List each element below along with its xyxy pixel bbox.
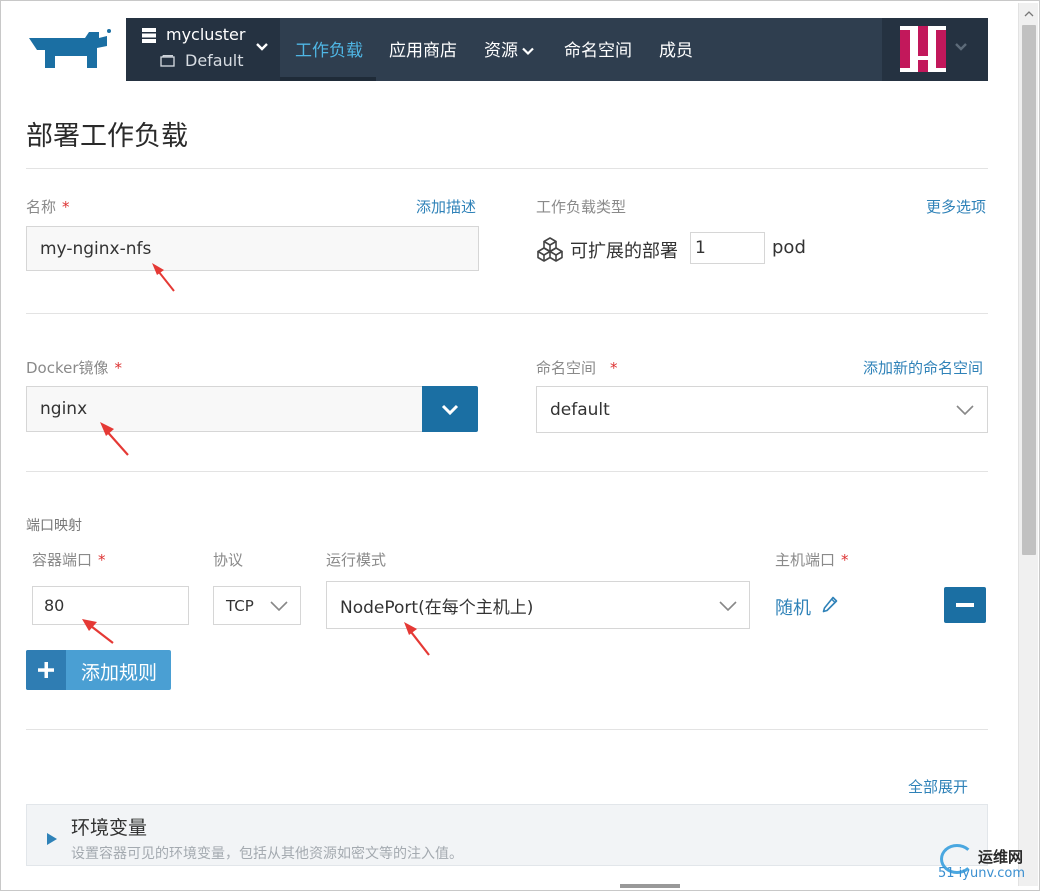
nav-members[interactable]: 成员 [659, 36, 693, 61]
cubes-icon [537, 237, 563, 262]
workload-type-label: 工作负载类型 [536, 198, 627, 216]
port-mapping-label: 端口映射 [26, 518, 82, 534]
run-mode-select[interactable]: NodePort(在每个主机上) [326, 581, 750, 629]
add-rule-button[interactable]: 添加规则 [26, 650, 171, 690]
divider [26, 471, 988, 472]
add-rule-plus [26, 650, 66, 690]
remove-port-button[interactable] [944, 587, 986, 623]
nav-catalog-apps[interactable]: 应用商店 [389, 36, 457, 61]
top-navigation: mycluster Default 工作负载 应用商店 资源 命名空间 成员 [126, 18, 988, 81]
run-mode-label: 运行模式 [326, 551, 387, 569]
pod-unit-label: pod [772, 237, 806, 258]
name-label-text: 名称 [26, 198, 57, 216]
env-vars-accordion[interactable]: 环境变量 设置容器可见的环境变量，包括从其他资源如密文等的注入值。 [26, 804, 988, 866]
name-input-value: my-nginx-nfs [40, 238, 152, 259]
scrollbar-thumb[interactable] [1022, 25, 1036, 555]
chevron-down-icon [270, 601, 288, 611]
chevron-down-icon [956, 405, 974, 415]
nav-resources-label: 资源 [484, 41, 518, 61]
replicas-input[interactable]: 1 [690, 232, 765, 264]
user-avatar [900, 26, 946, 72]
replicas-value: 1 [695, 238, 706, 258]
divider [26, 168, 988, 169]
chevron-down-icon [955, 43, 967, 51]
container-port-label: 容器端口 * [32, 549, 106, 570]
scroll-up-arrow-icon[interactable] [1024, 11, 1034, 17]
container-port-value: 80 [44, 596, 65, 615]
cluster-switcher[interactable]: mycluster Default [126, 18, 280, 81]
chevron-down-icon [719, 601, 737, 611]
more-options-link[interactable]: 更多选项 [926, 196, 986, 217]
required-mark: * [114, 359, 123, 377]
nav-active-indicator [280, 77, 376, 81]
nav-workloads[interactable]: 工作负载 [295, 36, 363, 61]
vertical-scrollbar[interactable] [1018, 3, 1038, 886]
annotation-arrow [152, 263, 175, 292]
project-name: Default [185, 51, 244, 70]
protocol-value: TCP [226, 596, 254, 615]
horizontal-scroll-indicator [620, 884, 680, 888]
cluster-icon [142, 28, 156, 43]
watermark-text-top: 运维网 [978, 848, 1024, 866]
namespace-label: 命名空间 * [536, 357, 618, 378]
user-menu[interactable] [882, 18, 988, 81]
divider [26, 313, 988, 314]
scalable-deployment-label: 可扩展的部署 [570, 241, 678, 262]
run-mode-value: NodePort(在每个主机上) [340, 597, 534, 618]
project-folder-icon [160, 55, 175, 67]
host-port-label: 主机端口 * [775, 549, 849, 570]
divider [26, 729, 988, 730]
annotation-arrow [82, 619, 114, 644]
watermark-text-bottom: 51 iyunv.com [938, 866, 1026, 881]
add-description-link[interactable]: 添加描述 [416, 196, 476, 217]
chevron-down-icon [441, 404, 459, 415]
page-title: 部署工作负载 [26, 121, 188, 152]
namespace-label-text: 命名空间 [536, 359, 597, 377]
host-port-label-text: 主机端口 [775, 551, 836, 569]
rancher-logo[interactable] [25, 28, 111, 70]
namespace-select[interactable]: default [536, 386, 988, 433]
nav-namespaces[interactable]: 命名空间 [564, 36, 632, 61]
env-vars-description: 设置容器可见的环境变量，包括从其他资源如密文等的注入值。 [71, 846, 463, 862]
container-port-label-text: 容器端口 [32, 551, 93, 569]
name-label: 名称 * [26, 196, 70, 217]
host-port-random-link[interactable]: 随机 [775, 594, 811, 620]
required-mark: * [62, 198, 70, 216]
nav-resources[interactable]: 资源 [484, 36, 534, 61]
pencil-edit-icon[interactable] [822, 596, 838, 614]
docker-image-input[interactable]: nginx [26, 386, 423, 432]
docker-image-label: Docker镜像 * [26, 357, 122, 378]
env-vars-title: 环境变量 [71, 817, 148, 839]
name-input[interactable]: my-nginx-nfs [26, 226, 479, 271]
required-mark: * [841, 551, 849, 569]
expand-all-link[interactable]: 全部展开 [908, 776, 968, 797]
docker-image-label-text: Docker镜像 [26, 359, 109, 377]
cluster-name: mycluster [166, 25, 246, 44]
plus-icon [38, 662, 54, 678]
image-dropdown-button[interactable] [422, 386, 478, 432]
add-rule-label: 添加规则 [81, 662, 158, 684]
namespace-value: default [550, 399, 610, 420]
required-mark: * [610, 359, 618, 377]
annotation-arrow [100, 422, 129, 456]
protocol-select[interactable]: TCP [213, 586, 301, 625]
minus-icon [956, 603, 974, 607]
docker-image-value: nginx [40, 399, 88, 419]
required-mark: * [98, 551, 106, 569]
chevron-down-icon [522, 47, 534, 56]
annotation-arrow [404, 622, 430, 656]
add-namespace-link[interactable]: 添加新的命名空间 [863, 357, 983, 378]
protocol-label: 协议 [213, 551, 244, 569]
caret-right-icon [47, 833, 57, 845]
chevron-down-icon [256, 43, 268, 51]
